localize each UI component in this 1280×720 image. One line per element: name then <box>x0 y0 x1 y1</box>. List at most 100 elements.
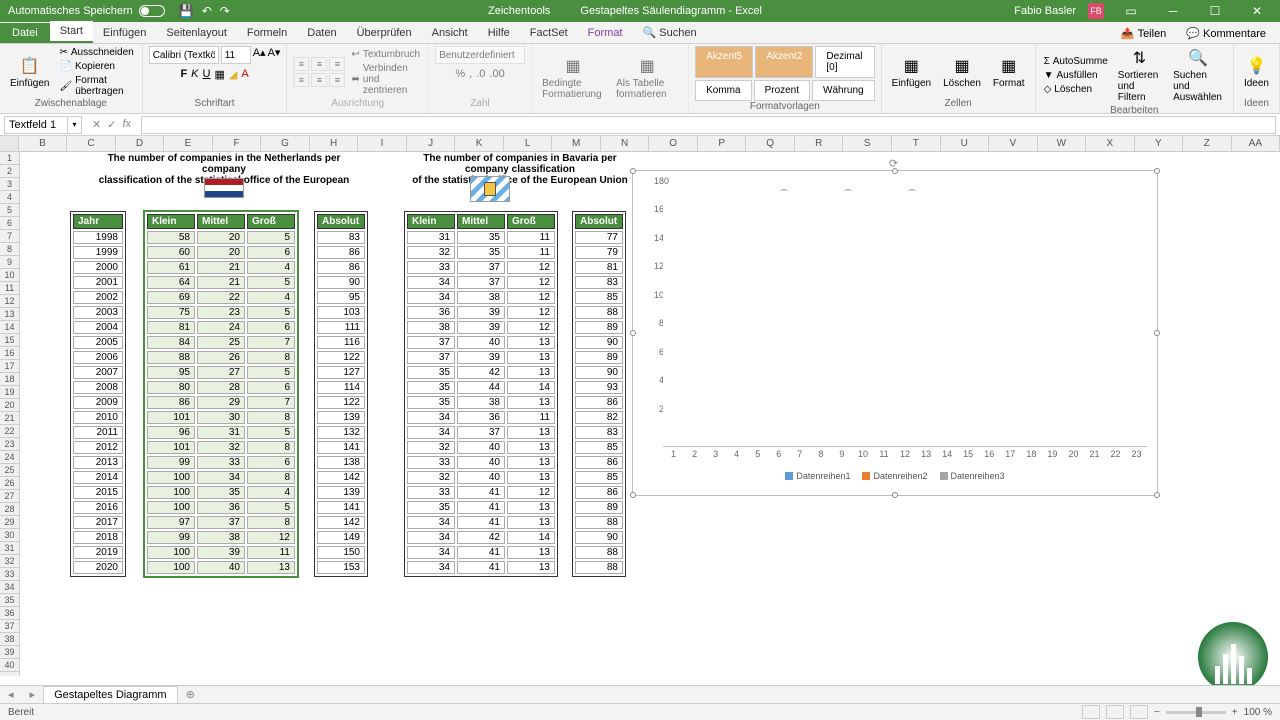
tab-view[interactable]: Ansicht <box>422 23 478 43</box>
italic-button[interactable]: K <box>191 68 198 81</box>
table-row[interactable]: 2003 <box>73 306 123 319</box>
row-header[interactable]: 15 <box>0 334 19 347</box>
sheet-tab-active[interactable]: Gestapeltes Diagramm <box>43 686 178 704</box>
zoom-level[interactable]: 100 % <box>1244 707 1272 718</box>
row-header[interactable]: 9 <box>0 256 19 269</box>
table-row[interactable]: 97378 <box>147 516 295 529</box>
table-row[interactable]: 127 <box>317 366 365 379</box>
user-name[interactable]: Fabio Basler <box>1014 5 1076 17</box>
table-row[interactable]: 343712 <box>407 276 555 289</box>
fill-color-button[interactable]: ◢ <box>229 68 237 81</box>
table-row[interactable]: 2020 <box>73 561 123 574</box>
bold-button[interactable]: F <box>180 68 187 81</box>
table-row[interactable]: 2015 <box>73 486 123 499</box>
row-header[interactable]: 33 <box>0 568 19 581</box>
column-header[interactable]: E <box>164 136 213 151</box>
column-header[interactable]: G <box>261 136 310 151</box>
table-row[interactable]: 2000 <box>73 261 123 274</box>
row-header[interactable]: 37 <box>0 620 19 633</box>
row-header[interactable]: 16 <box>0 347 19 360</box>
table-row[interactable]: 85 <box>575 291 623 304</box>
table-year[interactable]: Jahr 19981999200020012002200320042005200… <box>70 211 126 577</box>
table-row[interactable]: 84257 <box>147 336 295 349</box>
row-header[interactable]: 22 <box>0 425 19 438</box>
table-row[interactable]: 354414 <box>407 381 555 394</box>
table-row[interactable]: 139 <box>317 411 365 424</box>
view-normal-icon[interactable] <box>1082 705 1100 719</box>
table-row[interactable]: 354113 <box>407 501 555 514</box>
undo-icon[interactable]: ↶ <box>202 4 212 18</box>
row-header[interactable]: 25 <box>0 464 19 477</box>
accept-formula-icon[interactable]: ✓ <box>107 118 116 131</box>
table-row[interactable]: 88 <box>575 516 623 529</box>
style-accent2[interactable]: Akzent2 <box>755 46 813 78</box>
row-headers[interactable]: 1234567891011121314151617181920212223242… <box>0 152 20 676</box>
user-avatar[interactable]: FB <box>1088 3 1104 19</box>
save-icon[interactable]: 💾 <box>179 4 194 18</box>
fill-button[interactable]: ▼ Ausfüllen <box>1042 69 1110 82</box>
table-row[interactable]: 1003911 <box>147 546 295 559</box>
table-row[interactable]: 86 <box>317 246 365 259</box>
table-row[interactable]: 116 <box>317 336 365 349</box>
table-row[interactable]: 95275 <box>147 366 295 379</box>
table-row[interactable]: 142 <box>317 516 365 529</box>
column-header[interactable]: U <box>941 136 990 151</box>
row-header[interactable]: 24 <box>0 451 19 464</box>
table-row[interactable]: 150 <box>317 546 365 559</box>
row-header[interactable]: 20 <box>0 399 19 412</box>
row-header[interactable]: 12 <box>0 295 19 308</box>
style-decimal0[interactable]: Dezimal [0] <box>815 46 874 78</box>
table-nl-kmg[interactable]: KleinMittelGroß 582056020661214642156922… <box>144 211 298 577</box>
clear-button[interactable]: ◇ Löschen <box>1042 83 1110 96</box>
column-header[interactable]: K <box>455 136 504 151</box>
cancel-formula-icon[interactable]: ✕ <box>92 118 101 131</box>
view-pagebreak-icon[interactable] <box>1130 705 1148 719</box>
row-header[interactable]: 27 <box>0 490 19 503</box>
row-header[interactable]: 23 <box>0 438 19 451</box>
copy-button[interactable]: 📄 Kopieren <box>57 60 135 73</box>
table-row[interactable]: 2007 <box>73 366 123 379</box>
table-row[interactable]: 2001 <box>73 276 123 289</box>
sheet-nav-prev-icon[interactable]: ◂ <box>0 688 22 701</box>
column-header[interactable]: I <box>358 136 407 151</box>
table-row[interactable]: 75235 <box>147 306 295 319</box>
table-row[interactable]: 353813 <box>407 396 555 409</box>
row-header[interactable]: 19 <box>0 386 19 399</box>
table-row[interactable]: 153 <box>317 561 365 574</box>
column-header[interactable]: J <box>407 136 456 151</box>
row-header[interactable]: 13 <box>0 308 19 321</box>
row-header[interactable]: 21 <box>0 412 19 425</box>
tab-help[interactable]: Hilfe <box>478 23 520 43</box>
table-row[interactable]: 60206 <box>147 246 295 259</box>
table-row[interactable]: 81 <box>575 261 623 274</box>
column-header[interactable]: D <box>116 136 165 151</box>
format-painter-button[interactable]: 🖌 Format übertragen <box>57 74 135 98</box>
ideas-button[interactable]: 💡Ideen <box>1240 54 1273 91</box>
table-row[interactable]: 81246 <box>147 321 295 334</box>
table-row[interactable]: 86 <box>317 261 365 274</box>
row-header[interactable]: 18 <box>0 373 19 386</box>
zoom-out-icon[interactable]: − <box>1154 707 1160 718</box>
name-box-dropdown-icon[interactable]: ▾ <box>68 116 82 134</box>
tab-layout[interactable]: Seitenlayout <box>156 23 237 43</box>
table-row[interactable]: 334013 <box>407 456 555 469</box>
font-name-input[interactable] <box>149 46 219 64</box>
table-row[interactable]: 90 <box>317 276 365 289</box>
row-header[interactable]: 4 <box>0 191 19 204</box>
table-row[interactable]: 2002 <box>73 291 123 304</box>
font-color-button[interactable]: A <box>241 68 248 81</box>
table-row[interactable]: 344113 <box>407 516 555 529</box>
conditional-formatting-button[interactable]: ▦Bedingte Formatierung <box>538 54 608 102</box>
table-row[interactable]: 2011 <box>73 426 123 439</box>
table-row[interactable]: 2014 <box>73 471 123 484</box>
column-header[interactable]: AA <box>1232 136 1280 151</box>
table-row[interactable]: 64215 <box>147 276 295 289</box>
table-row[interactable]: 139 <box>317 486 365 499</box>
formula-input[interactable] <box>141 116 1276 134</box>
table-row[interactable]: 83 <box>317 231 365 244</box>
zoom-in-icon[interactable]: + <box>1232 707 1238 718</box>
table-row[interactable]: 333712 <box>407 261 555 274</box>
table-row[interactable]: 88 <box>575 306 623 319</box>
column-header[interactable]: P <box>698 136 747 151</box>
table-row[interactable]: 373913 <box>407 351 555 364</box>
